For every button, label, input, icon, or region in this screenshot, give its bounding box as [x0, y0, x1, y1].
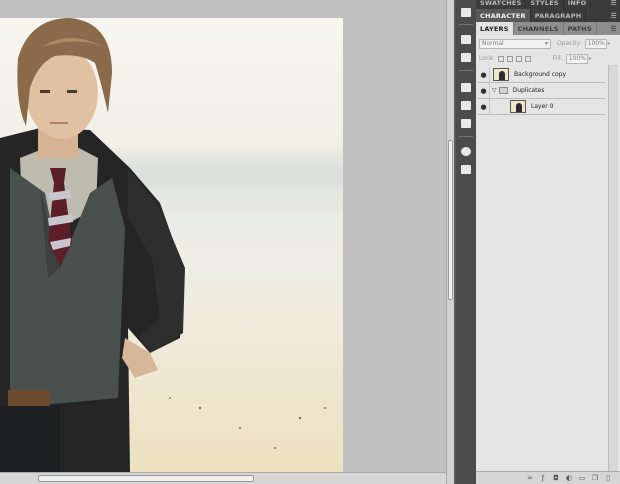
- panel-menu-icon[interactable]: ☰: [608, 9, 620, 22]
- chevron-down-icon: ▾: [544, 40, 548, 47]
- layers-panel: Normal ▾ Opacity: 100% ▸ Lock: Fill: 100…: [476, 35, 620, 484]
- vertical-scrollbar[interactable]: [446, 0, 454, 484]
- masks-icon[interactable]: [458, 144, 474, 158]
- lock-all-icon[interactable]: [524, 55, 531, 62]
- layer-row-duplicates-group[interactable]: ● ▽ Duplicates: [478, 82, 606, 99]
- clone-icon[interactable]: [458, 98, 474, 112]
- folder-icon: [498, 87, 508, 94]
- horizontal-scroll-thumb[interactable]: [38, 475, 254, 482]
- document-canvas-area[interactable]: [0, 0, 446, 484]
- panel-menu-icon[interactable]: ☰: [608, 0, 620, 9]
- new-layer-icon[interactable]: ❐: [591, 474, 599, 482]
- disclosure-triangle-icon[interactable]: ▽: [492, 87, 497, 94]
- vertical-scroll-thumb[interactable]: [448, 140, 453, 300]
- visibility-eye-icon[interactable]: ●: [478, 66, 490, 83]
- layers-bottom-bar: ∞ ƒ ◘ ◐ ▭ ❐ ▯: [476, 471, 620, 484]
- folder-icon[interactable]: ▭: [578, 474, 586, 482]
- brush-icon[interactable]: [458, 80, 474, 94]
- lock-label: Lock:: [479, 55, 495, 62]
- character-tab-row: CHARACTER PARAGRAPH ☰: [476, 9, 620, 22]
- photo-man-on-beach: [0, 18, 343, 472]
- blend-mode-value: Normal: [482, 40, 504, 47]
- panel-menu-icon[interactable]: ☰: [608, 22, 620, 35]
- tab-styles[interactable]: STYLES: [526, 0, 564, 9]
- lock-position-icon[interactable]: [515, 55, 522, 62]
- chevron-right-icon[interactable]: ▸: [589, 55, 592, 62]
- adjustments-icon[interactable]: [458, 116, 474, 130]
- icon-separator: [459, 136, 473, 137]
- layers-scrollbar[interactable]: [608, 65, 618, 484]
- layers-list: ● Background copy ● ▽ Duplicates ● Layer…: [478, 66, 606, 115]
- lock-transparent-icon[interactable]: [497, 55, 504, 62]
- horizontal-scrollbar[interactable]: [0, 472, 446, 484]
- lock-row: Lock: Fill: 100% ▸: [479, 53, 617, 64]
- blend-row: Normal ▾ Opacity: 100% ▸: [479, 38, 617, 49]
- icon-separator: [459, 24, 473, 25]
- opacity-field[interactable]: 100%: [584, 38, 607, 49]
- swatches-tab-row: SWATCHES STYLES INFO ☰: [476, 0, 620, 9]
- histogram-icon[interactable]: [458, 5, 474, 19]
- document-image[interactable]: [0, 18, 343, 472]
- layer-row-layer-0[interactable]: ● Layer 0: [478, 98, 606, 115]
- adjustment-icon[interactable]: ◐: [565, 474, 573, 482]
- fill-label: Fill:: [552, 55, 563, 62]
- layer-name: Layer 0: [531, 103, 554, 110]
- lock-pixels-icon[interactable]: [506, 55, 513, 62]
- layer-name: Background copy: [514, 71, 567, 78]
- tab-character[interactable]: CHARACTER: [476, 9, 531, 22]
- layer-row-background-copy[interactable]: ● Background copy: [478, 66, 606, 83]
- collapsed-panel-icons: [456, 0, 476, 484]
- navigator-icon[interactable]: [458, 32, 474, 46]
- tab-paragraph[interactable]: PARAGRAPH: [531, 9, 587, 22]
- fx-icon[interactable]: ƒ: [539, 474, 547, 482]
- icon-separator: [459, 70, 473, 71]
- chevron-right-icon[interactable]: ▸: [608, 40, 611, 47]
- layer-name: Duplicates: [512, 87, 545, 94]
- tab-info[interactable]: INFO: [564, 0, 592, 9]
- layer-thumbnail: [493, 68, 509, 81]
- visibility-eye-icon[interactable]: ●: [478, 82, 490, 99]
- visibility-eye-icon[interactable]: ●: [478, 98, 490, 115]
- tab-channels[interactable]: CHANNELS: [514, 22, 564, 35]
- opacity-label: Opacity:: [557, 40, 582, 47]
- link-icon[interactable]: ∞: [526, 474, 534, 482]
- mask-icon[interactable]: ◘: [552, 474, 560, 482]
- layers-tab-row: LAYERS CHANNELS PATHS ☰: [476, 22, 620, 35]
- tools-icon[interactable]: [458, 50, 474, 64]
- tab-layers[interactable]: LAYERS: [476, 22, 514, 35]
- panel-dock: SWATCHES STYLES INFO ☰ CHARACTER PARAGRA…: [476, 0, 620, 484]
- fill-field[interactable]: 100%: [565, 53, 588, 64]
- tab-paths[interactable]: PATHS: [564, 22, 597, 35]
- tab-swatches[interactable]: SWATCHES: [476, 0, 527, 9]
- blend-mode-select[interactable]: Normal ▾: [479, 38, 551, 49]
- layer-thumbnail: [510, 100, 526, 113]
- 3d-icon[interactable]: [458, 162, 474, 176]
- trash-icon[interactable]: ▯: [604, 474, 612, 482]
